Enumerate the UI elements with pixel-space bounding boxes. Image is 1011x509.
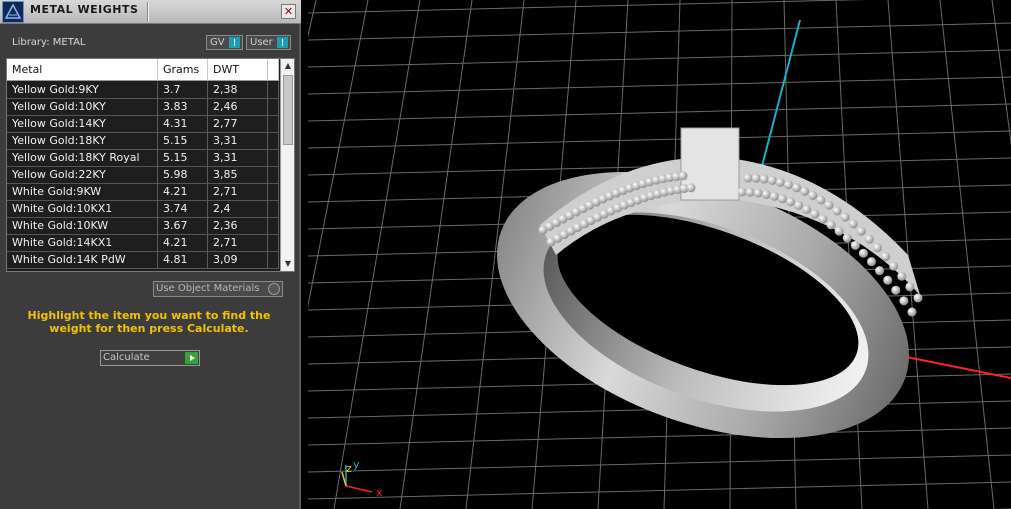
dwt-cell: 2,38: [208, 82, 268, 99]
app-root: METAL WEIGHTS ✕ Library: METAL GV User M…: [0, 0, 1011, 509]
user-toggle[interactable]: User: [246, 35, 291, 50]
metal-table: Metal Grams DWT Yellow Gold:9KY 3.7 2,38 Y…: [6, 58, 295, 272]
panel-title: METAL WEIGHTS: [30, 3, 139, 16]
column-header-grams[interactable]: Grams: [158, 59, 208, 81]
grams-cell: 3.74: [158, 201, 208, 218]
dwt-cell: 2,46: [208, 99, 268, 116]
dwt-cell: 2,71: [208, 184, 268, 201]
spacer-cell: [268, 99, 279, 116]
close-icon[interactable]: ✕: [281, 4, 296, 19]
metal-cell: White Gold:10KW: [7, 218, 158, 235]
title-separator: [147, 2, 149, 22]
dwt-cell: 3,85: [208, 167, 268, 184]
gv-toggle[interactable]: GV: [206, 35, 243, 50]
spacer-cell: [268, 150, 279, 167]
metal-cell: White Gold:14KX1: [7, 235, 158, 252]
table-body: Yellow Gold:9KY 3.7 2,38 Yellow Gold:10KY 3…: [7, 82, 279, 269]
spacer-cell: [268, 116, 279, 133]
metal-cell: Yellow Gold:10KY: [7, 99, 158, 116]
grams-cell: 3.83: [158, 99, 208, 116]
app-logo-icon: [2, 1, 24, 23]
column-header-dwt[interactable]: DWT: [208, 59, 268, 81]
metal-cell: Yellow Gold:18KY: [7, 133, 158, 150]
gv-toggle-label: GV: [210, 37, 225, 48]
viewport-canvas: z y x: [308, 0, 1011, 509]
grams-cell: 5.98: [158, 167, 208, 184]
table-row[interactable]: Yellow Gold:18KY Royal 5.15 3,31: [7, 150, 279, 167]
spacer-cell: [268, 133, 279, 150]
table-row[interactable]: Yellow Gold:14KY 4.31 2,77: [7, 116, 279, 133]
metal-cell: Yellow Gold:9KY: [7, 82, 158, 99]
ring-model: [496, 127, 923, 439]
use-object-materials-toggle[interactable]: Use Object Materials: [153, 281, 283, 297]
table-row[interactable]: Yellow Gold:9KY 3.7 2,38: [7, 82, 279, 99]
table-row[interactable]: White Gold:10KW 3.67 2,36: [7, 218, 279, 235]
toggle-switch-icon: [229, 37, 240, 48]
spacer-cell: [268, 218, 279, 235]
grams-cell: 5.15: [158, 133, 208, 150]
metal-cell: White Gold:14K PdW: [7, 252, 158, 269]
gizmo-x-label: x: [376, 486, 383, 499]
dwt-cell: 2,36: [208, 218, 268, 235]
column-header-metal[interactable]: Metal: [7, 59, 158, 81]
table-row[interactable]: White Gold:10KX1 3.74 2,4: [7, 201, 279, 218]
metal-cell: White Gold:9KW: [7, 184, 158, 201]
scroll-up-icon[interactable]: ▲: [281, 59, 294, 73]
radio-circle-icon: [268, 283, 280, 295]
grams-cell: 3.7: [158, 82, 208, 99]
table-row[interactable]: Yellow Gold:18KY 5.15 3,31: [7, 133, 279, 150]
scroll-down-icon[interactable]: ▼: [281, 257, 294, 271]
dwt-cell: 3,31: [208, 150, 268, 167]
grams-cell: 4.81: [158, 252, 208, 269]
table-header: Metal Grams DWT: [7, 59, 279, 81]
panel-titlebar: METAL WEIGHTS ✕: [0, 0, 301, 24]
metal-weights-panel: METAL WEIGHTS ✕ Library: METAL GV User M…: [0, 0, 301, 509]
table-row[interactable]: White Gold:14K PdW 4.81 3,09: [7, 252, 279, 269]
metal-cell: Yellow Gold:14KY: [7, 116, 158, 133]
table-row[interactable]: White Gold:14KX1 4.21 2,71: [7, 235, 279, 252]
grams-cell: 5.15: [158, 150, 208, 167]
axis-gizmo: z y x: [341, 458, 383, 499]
dwt-cell: 3,09: [208, 252, 268, 269]
dwt-cell: 2,71: [208, 235, 268, 252]
dwt-cell: 2,4: [208, 201, 268, 218]
grams-cell: 4.21: [158, 235, 208, 252]
dwt-cell: 2,77: [208, 116, 268, 133]
spacer-cell: [268, 201, 279, 218]
gizmo-z-label: z: [346, 462, 352, 475]
use-object-materials-label: Use Object Materials: [156, 283, 260, 294]
3d-viewport[interactable]: z y x: [308, 0, 1011, 509]
table-row[interactable]: Yellow Gold:10KY 3.83 2,46: [7, 99, 279, 116]
grams-cell: 3.67: [158, 218, 208, 235]
metal-cell: Yellow Gold:18KY Royal: [7, 150, 158, 167]
play-arrow-icon: [185, 352, 198, 364]
gizmo-y-label: y: [353, 458, 360, 471]
column-header-empty: [268, 59, 279, 81]
user-toggle-label: User: [250, 37, 273, 48]
grams-cell: 4.21: [158, 184, 208, 201]
calculate-label: Calculate: [103, 352, 150, 363]
table-row[interactable]: Yellow Gold:22KY 5.98 3,85: [7, 167, 279, 184]
grams-cell: 4.31: [158, 116, 208, 133]
table-scrollbar[interactable]: ▲ ▼: [280, 59, 294, 271]
spacer-cell: [268, 252, 279, 269]
instruction-text: Highlight the item you want to find the …: [27, 309, 271, 335]
scroll-thumb[interactable]: [283, 75, 293, 145]
spacer-cell: [268, 167, 279, 184]
toggle-switch-icon: [277, 37, 288, 48]
spacer-cell: [268, 235, 279, 252]
library-label: Library: METAL: [12, 37, 86, 48]
table-row[interactable]: White Gold:9KW 4.21 2,71: [7, 184, 279, 201]
spacer-cell: [268, 82, 279, 99]
calculate-button[interactable]: Calculate: [100, 350, 200, 366]
metal-cell: Yellow Gold:22KY: [7, 167, 158, 184]
metal-cell: White Gold:10KX1: [7, 201, 158, 218]
spacer-cell: [268, 184, 279, 201]
dwt-cell: 3,31: [208, 133, 268, 150]
